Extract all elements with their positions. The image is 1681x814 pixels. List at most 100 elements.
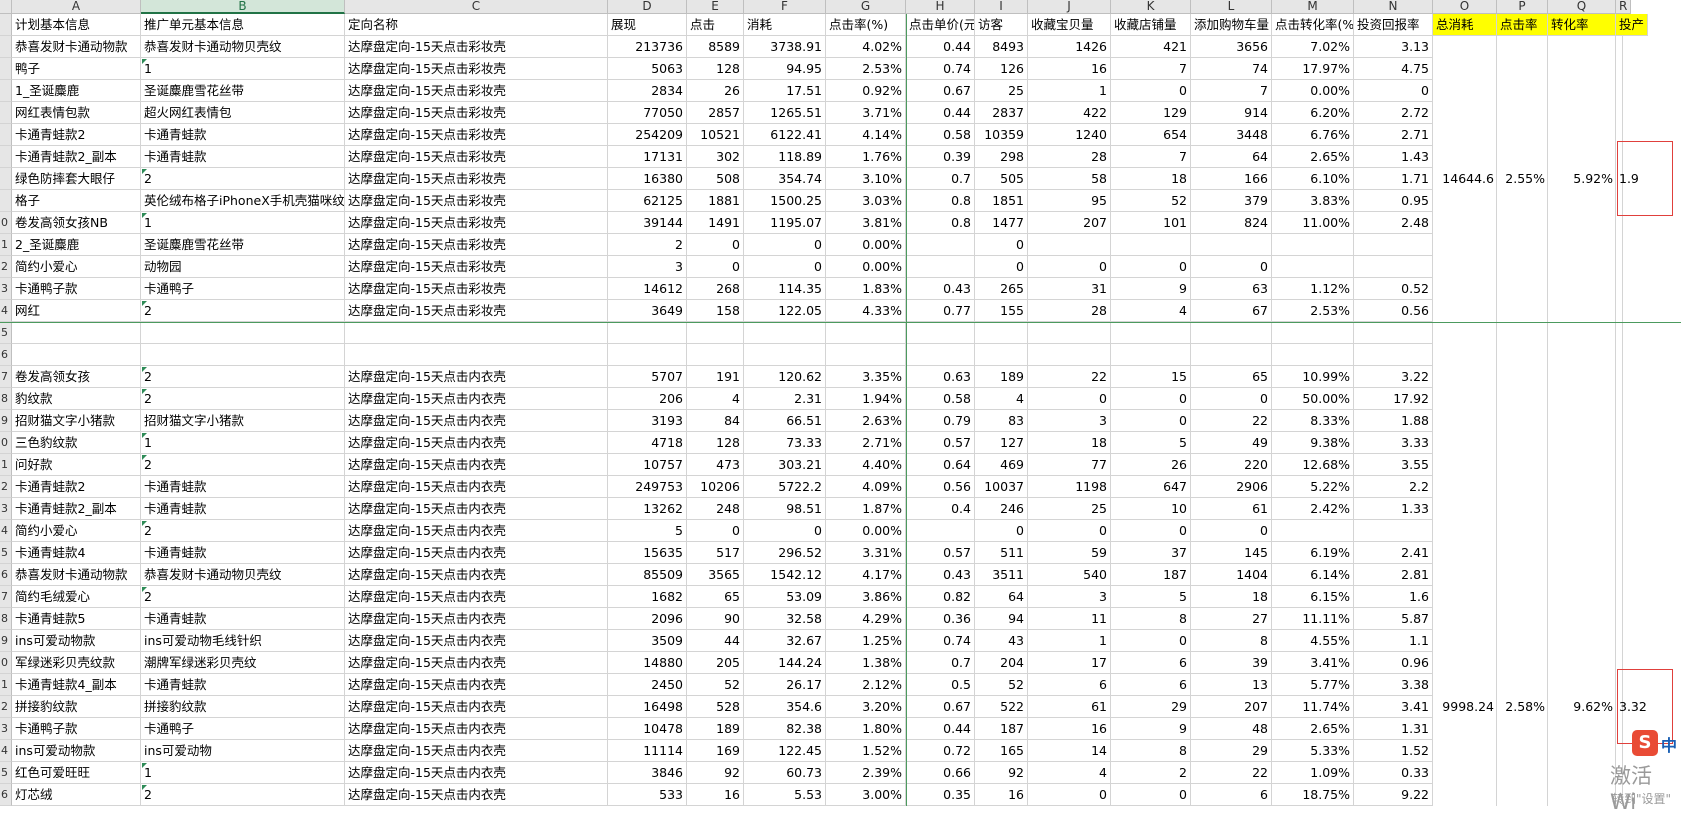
table-cell[interactable]: 0	[1191, 388, 1272, 410]
table-cell[interactable]: 61	[1191, 498, 1272, 520]
table-cell[interactable]	[1548, 564, 1616, 586]
table-cell[interactable]	[1548, 586, 1616, 608]
table-cell[interactable]: 249753	[608, 476, 687, 498]
table-cell[interactable]: 3565	[687, 564, 744, 586]
table-cell[interactable]: 0.8	[906, 190, 975, 212]
table-cell[interactable]: 17.97%	[1272, 58, 1354, 80]
table-cell[interactable]	[1433, 432, 1497, 454]
table-cell[interactable]	[1433, 410, 1497, 432]
table-cell[interactable]: 74	[1191, 58, 1272, 80]
table-cell[interactable]: 16	[687, 784, 744, 806]
table-cell[interactable]: 卡通青蛙款	[141, 674, 345, 696]
table-cell[interactable]: 0	[975, 520, 1028, 542]
table-cell[interactable]: 2	[141, 586, 345, 608]
table-cell[interactable]: 77	[1028, 454, 1111, 476]
table-cell[interactable]: ins可爱动物	[141, 740, 345, 762]
table-cell[interactable]	[1497, 674, 1548, 696]
table-cell[interactable]: 5	[1111, 432, 1191, 454]
table-cell[interactable]: 14880	[608, 652, 687, 674]
column-header-i[interactable]: I	[975, 0, 1028, 14]
table-cell[interactable]: 招财猫文字小猪款	[12, 410, 141, 432]
table-cell[interactable]	[141, 322, 345, 344]
table-cell[interactable]	[1433, 190, 1497, 212]
table-cell[interactable]	[1548, 234, 1616, 256]
table-cell[interactable]: 3.03%	[826, 190, 906, 212]
table-cell[interactable]: 3	[608, 256, 687, 278]
row-header[interactable]: 3	[0, 718, 12, 740]
table-cell[interactable]: ins可爱动物毛线针织	[141, 630, 345, 652]
table-cell[interactable]: 2.2	[1354, 476, 1433, 498]
table-cell[interactable]: 1.38%	[826, 652, 906, 674]
table-cell[interactable]: 卡通青蛙款	[141, 498, 345, 520]
table-cell[interactable]: 8589	[687, 36, 744, 58]
header-cell[interactable]: 展现	[608, 14, 687, 36]
table-cell[interactable]	[1272, 322, 1354, 344]
table-cell[interactable]: 1.80%	[826, 718, 906, 740]
table-cell[interactable]: 83	[975, 410, 1028, 432]
summary-ctr[interactable]: 2.55%	[1497, 168, 1548, 190]
table-cell[interactable]	[1616, 498, 1623, 520]
table-cell[interactable]: 0	[1111, 80, 1191, 102]
table-cell[interactable]: 11114	[608, 740, 687, 762]
table-cell[interactable]: 0	[1111, 388, 1191, 410]
table-cell[interactable]: 84	[687, 410, 744, 432]
table-cell[interactable]	[1548, 256, 1616, 278]
row-header[interactable]: 9	[0, 630, 12, 652]
table-cell[interactable]: 6.19%	[1272, 542, 1354, 564]
table-cell[interactable]: 达摩盘定向-15天点击彩妆壳	[345, 80, 608, 102]
table-cell[interactable]	[1616, 322, 1623, 344]
table-cell[interactable]	[1028, 322, 1111, 344]
table-cell[interactable]: 7	[1191, 80, 1272, 102]
table-cell[interactable]: 0.57	[906, 542, 975, 564]
table-cell[interactable]	[345, 322, 608, 344]
table-cell[interactable]	[1028, 234, 1111, 256]
table-cell[interactable]: 158	[687, 300, 744, 322]
table-cell[interactable]: 1.52%	[826, 740, 906, 762]
table-cell[interactable]	[1191, 344, 1272, 366]
row-header[interactable]: 4	[0, 300, 12, 322]
table-cell[interactable]: 卡通青蛙款	[141, 124, 345, 146]
table-cell[interactable]	[1433, 256, 1497, 278]
table-cell[interactable]: 0	[687, 520, 744, 542]
table-cell[interactable]: 65	[1191, 366, 1272, 388]
table-cell[interactable]	[1497, 344, 1548, 366]
table-cell[interactable]	[1548, 80, 1616, 102]
table-cell[interactable]: 军绿迷彩贝壳纹款	[12, 652, 141, 674]
table-cell[interactable]: 144.24	[744, 652, 826, 674]
row-header[interactable]: 3	[0, 498, 12, 520]
table-cell[interactable]: 206	[608, 388, 687, 410]
table-cell[interactable]: 卡通鸭子	[141, 278, 345, 300]
table-cell[interactable]: 22	[1191, 410, 1272, 432]
table-cell[interactable]: 0.56	[906, 476, 975, 498]
row-header[interactable]	[0, 80, 12, 102]
table-cell[interactable]: 296.52	[744, 542, 826, 564]
table-cell[interactable]	[1497, 542, 1548, 564]
table-cell[interactable]: 31	[1028, 278, 1111, 300]
table-cell[interactable]: 0	[744, 256, 826, 278]
row-header[interactable]: 1	[0, 454, 12, 476]
table-cell[interactable]: 6122.41	[744, 124, 826, 146]
table-cell[interactable]	[1497, 234, 1548, 256]
table-cell[interactable]: 2	[141, 300, 345, 322]
table-cell[interactable]: 4	[1028, 762, 1111, 784]
table-cell[interactable]: 63	[1191, 278, 1272, 300]
table-cell[interactable]: 3.55	[1354, 454, 1433, 476]
table-cell[interactable]: 207	[1191, 696, 1272, 718]
table-cell[interactable]: 189	[975, 366, 1028, 388]
table-cell[interactable]: 0.52	[1354, 278, 1433, 300]
table-cell[interactable]: 528	[687, 696, 744, 718]
row-header[interactable]	[0, 124, 12, 146]
summary-total_cost[interactable]: 9998.24	[1433, 696, 1497, 718]
table-cell[interactable]: 187	[1111, 564, 1191, 586]
table-cell[interactable]: 3.83%	[1272, 190, 1354, 212]
table-cell[interactable]	[1548, 630, 1616, 652]
header-cell[interactable]: 推广单元基本信息	[141, 14, 345, 36]
table-cell[interactable]: 505	[975, 168, 1028, 190]
table-cell[interactable]: 17.51	[744, 80, 826, 102]
table-cell[interactable]: 绿色防摔套大眼仔	[12, 168, 141, 190]
table-cell[interactable]: 1.76%	[826, 146, 906, 168]
table-cell[interactable]	[1497, 300, 1548, 322]
table-cell[interactable]: 0.44	[906, 718, 975, 740]
table-cell[interactable]: 18	[1191, 586, 1272, 608]
table-cell[interactable]	[1191, 322, 1272, 344]
